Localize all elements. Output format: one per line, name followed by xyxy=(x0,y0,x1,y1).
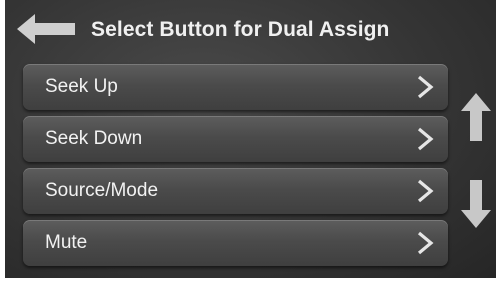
arrow-down-icon xyxy=(461,180,491,228)
page-title: Select Button for Dual Assign xyxy=(91,18,390,41)
list-item-label: Mute xyxy=(45,232,88,253)
list-item-label: Seek Down xyxy=(45,128,143,149)
back-button[interactable] xyxy=(17,14,75,44)
arrow-up-icon xyxy=(461,93,491,141)
dual-assign-screen: Select Button for Dual Assign Seek Up Se… xyxy=(5,0,496,278)
list-item-source-mode[interactable]: Source/Mode xyxy=(23,168,448,214)
list-item-mute[interactable]: Mute xyxy=(23,220,448,266)
list-item-seek-up[interactable]: Seek Up xyxy=(23,64,448,110)
list-item-label: Source/Mode xyxy=(45,180,159,201)
back-arrow-icon xyxy=(17,14,75,44)
chevron-right-icon xyxy=(416,75,434,99)
list-item-label: Seek Up xyxy=(45,76,118,97)
list-item-seek-down[interactable]: Seek Down xyxy=(23,116,448,162)
button-list: Seek Up Seek Down Source/Mode Mute xyxy=(23,64,448,272)
chevron-right-icon xyxy=(416,231,434,255)
chevron-right-icon xyxy=(416,127,434,151)
scroll-down-button[interactable] xyxy=(461,180,491,228)
header: Select Button for Dual Assign xyxy=(5,0,496,60)
chevron-right-icon xyxy=(416,179,434,203)
scroll-up-button[interactable] xyxy=(461,93,491,141)
